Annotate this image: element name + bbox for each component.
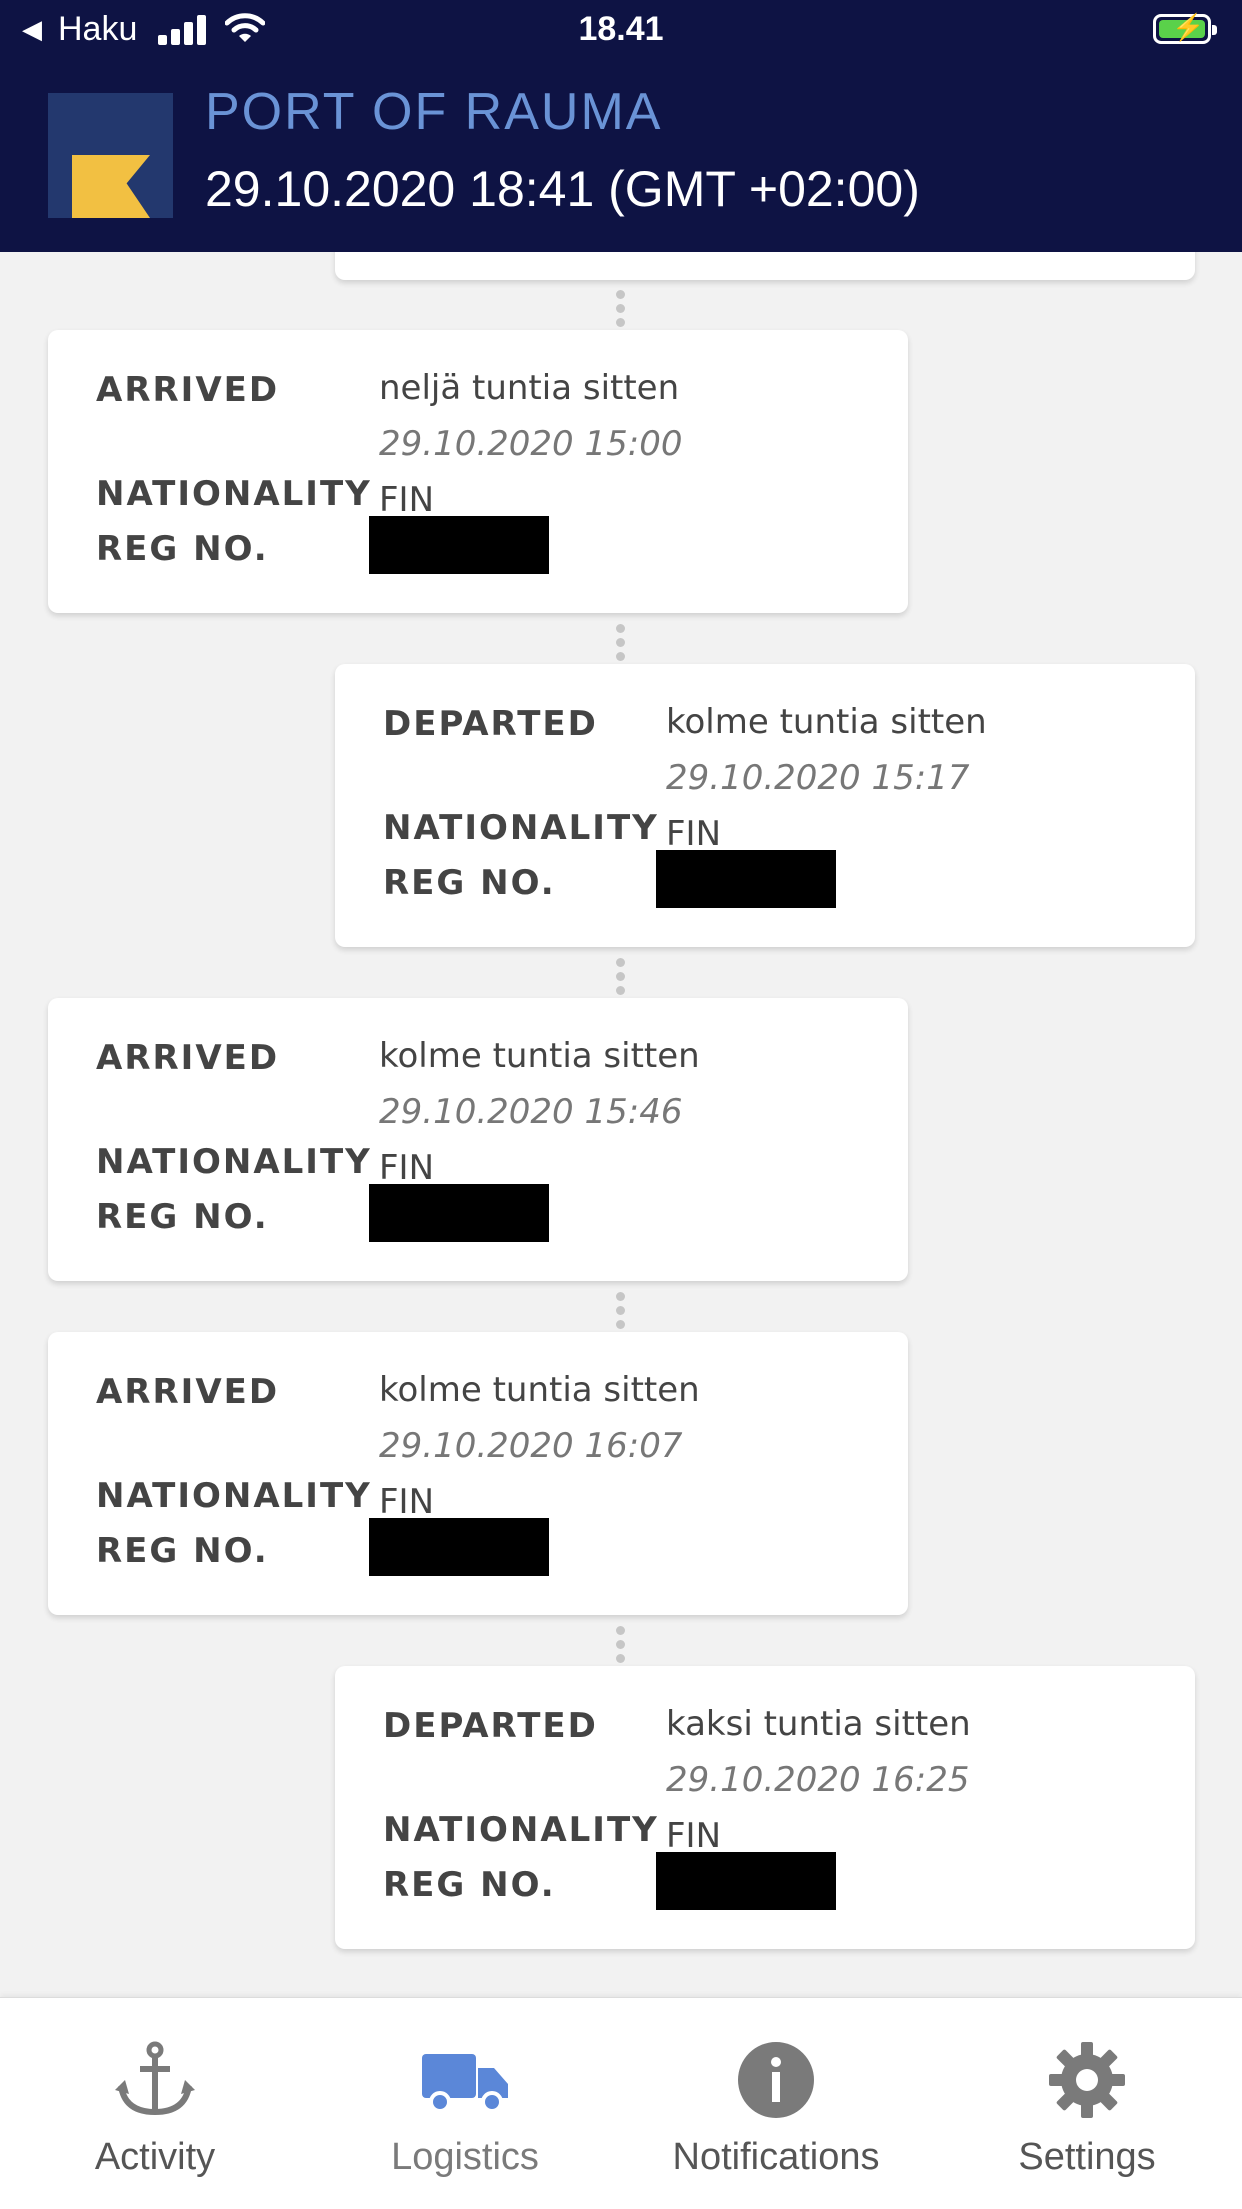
reg-no-redacted bbox=[369, 516, 549, 574]
timeline-connector bbox=[615, 290, 627, 332]
truck-icon bbox=[422, 2054, 508, 2113]
reg-no-redacted bbox=[369, 1184, 549, 1242]
nationality-value: FIN bbox=[379, 1482, 435, 1522]
tab-activity-label: Activity bbox=[94, 2136, 216, 2178]
bottom-nav: Activity Logistics Notifications Setting… bbox=[0, 1997, 1242, 2209]
event-card[interactable]: ARRIVED kolme tuntia sitten 29.10.2020 1… bbox=[48, 998, 908, 1281]
timeline-connector bbox=[615, 624, 627, 666]
tab-settings[interactable]: Settings bbox=[932, 1998, 1242, 2209]
event-timestamp: 29.10.2020 15:17 bbox=[666, 758, 970, 798]
event-timestamp: 29.10.2020 16:25 bbox=[666, 1760, 970, 1800]
event-card[interactable]: DEPARTED kaksi tuntia sitten 29.10.2020 … bbox=[335, 1666, 1195, 1949]
event-timeline[interactable]: ARRIVED neljä tuntia sitten 29.10.2020 1… bbox=[0, 242, 1242, 1997]
reg-no-label: REG NO. bbox=[96, 1197, 269, 1237]
anchor-icon bbox=[115, 2041, 195, 2116]
nationality-value: FIN bbox=[379, 1148, 435, 1188]
nationality-label: NATIONALITY bbox=[96, 1142, 372, 1182]
tab-notifications-label: Notifications bbox=[672, 2136, 880, 2178]
port-logo bbox=[48, 93, 173, 218]
nationality-label: NATIONALITY bbox=[383, 808, 659, 848]
event-status: ARRIVED bbox=[96, 370, 280, 410]
reg-no-redacted bbox=[369, 1518, 549, 1576]
event-status: DEPARTED bbox=[383, 1706, 598, 1746]
event-relative-time: kolme tuntia sitten bbox=[666, 702, 987, 742]
timeline-connector bbox=[615, 1292, 627, 1334]
reg-no-label: REG NO. bbox=[96, 1531, 269, 1571]
nationality-value: FIN bbox=[666, 1816, 722, 1856]
reg-no-label: REG NO. bbox=[383, 1865, 556, 1905]
nationality-value: FIN bbox=[379, 480, 435, 520]
event-status: ARRIVED bbox=[96, 1372, 280, 1412]
info-icon bbox=[738, 2042, 814, 2118]
event-timestamp: 29.10.2020 15:46 bbox=[379, 1092, 683, 1132]
event-relative-time: kolme tuntia sitten bbox=[379, 1036, 700, 1076]
event-card[interactable]: DEPARTED kolme tuntia sitten 29.10.2020 … bbox=[335, 664, 1195, 947]
event-timestamp: 29.10.2020 16:07 bbox=[379, 1426, 683, 1466]
status-time: 18.41 bbox=[578, 10, 664, 48]
tab-activity[interactable]: Activity bbox=[0, 1998, 310, 2209]
nationality-value: FIN bbox=[666, 814, 722, 854]
event-status: DEPARTED bbox=[383, 704, 598, 744]
event-status: ARRIVED bbox=[96, 1038, 280, 1078]
page-title: PORT OF RAUMA bbox=[205, 83, 663, 141]
reg-no-redacted bbox=[656, 1852, 836, 1910]
tab-notifications[interactable]: Notifications bbox=[621, 1998, 931, 2209]
status-bar: ◀ Haku 18.41 ⚡ bbox=[0, 0, 1242, 62]
tab-settings-label: Settings bbox=[1018, 2136, 1156, 2178]
event-timestamp: 29.10.2020 15:00 bbox=[379, 424, 683, 464]
tab-logistics[interactable]: Logistics bbox=[310, 1998, 620, 2209]
tab-logistics-label: Logistics bbox=[391, 2136, 539, 2178]
app-header: ◀ Haku 18.41 ⚡ PORT OF RAUMA 29.10.2020 … bbox=[0, 0, 1242, 252]
timeline-connector bbox=[615, 958, 627, 1000]
nationality-label: NATIONALITY bbox=[96, 1476, 372, 1516]
reg-no-label: REG NO. bbox=[96, 529, 269, 569]
event-relative-time: kolme tuntia sitten bbox=[379, 1370, 700, 1410]
gear-icon bbox=[1049, 2042, 1125, 2118]
timeline-connector bbox=[615, 1626, 627, 1668]
nationality-label: NATIONALITY bbox=[96, 474, 372, 514]
event-card[interactable]: ARRIVED kolme tuntia sitten 29.10.2020 1… bbox=[48, 1332, 908, 1615]
battery-charging-icon: ⚡ bbox=[1153, 12, 1217, 44]
current-datetime: 29.10.2020 18:41 (GMT +02:00) bbox=[205, 161, 920, 217]
event-relative-time: neljä tuntia sitten bbox=[379, 368, 680, 408]
reg-no-redacted bbox=[656, 850, 836, 908]
event-card[interactable]: ARRIVED neljä tuntia sitten 29.10.2020 1… bbox=[48, 330, 908, 613]
event-relative-time: kaksi tuntia sitten bbox=[666, 1704, 971, 1744]
reg-no-label: REG NO. bbox=[383, 863, 556, 903]
nationality-label: NATIONALITY bbox=[383, 1810, 659, 1850]
